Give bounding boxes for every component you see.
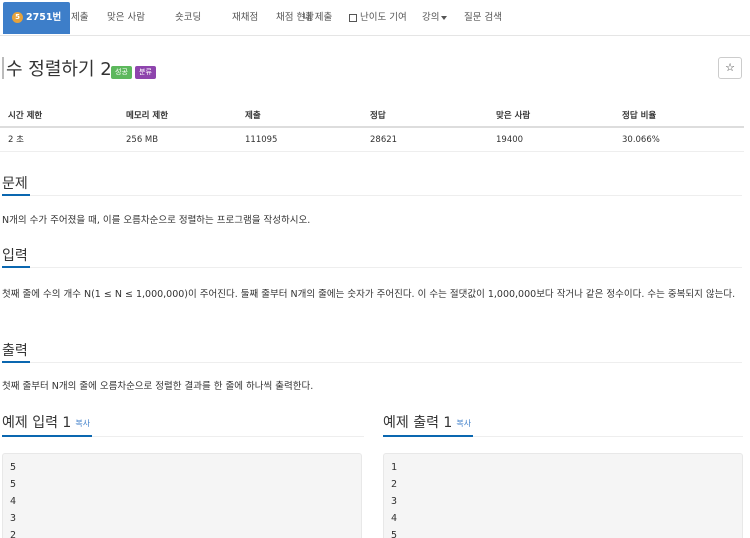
header-time-limit: 시간 제한 [8, 111, 43, 121]
sample-output-line: 2 [391, 479, 398, 490]
sample-input-line: 5 [10, 479, 17, 490]
copy-input-link[interactable]: 복사 [75, 419, 90, 428]
nav-rejudge[interactable]: 재채점 [232, 0, 258, 36]
problem-heading: 문제 [2, 176, 28, 192]
sample-output-heading: 예제 출력 1 복사 [383, 412, 471, 432]
value-accepted: 28621 [370, 135, 398, 145]
nav-short-coding[interactable]: 숏코딩 [175, 0, 201, 36]
sample-input-line: 2 [10, 530, 17, 538]
difficulty-contrib-label: 난이도 기여 [360, 12, 407, 23]
sample-output-line: 3 [391, 496, 398, 507]
sample-input-title: 예제 입력 1 [2, 415, 72, 431]
divider [2, 362, 742, 363]
output-heading: 출력 [2, 343, 28, 359]
heading-underline [2, 194, 30, 196]
sample-input-line: 4 [10, 496, 17, 507]
nav-submit[interactable]: 제출 [71, 0, 88, 36]
sample-input-line: 5 [10, 462, 17, 473]
lectures-label: 강의 [422, 12, 440, 23]
header-accepted-users: 맞은 사람 [496, 111, 531, 121]
value-time-limit: 2 초 [8, 135, 24, 145]
input-heading: 입력 [2, 248, 28, 264]
external-link-icon [349, 13, 357, 22]
divider [2, 195, 742, 196]
success-label: 성공 [111, 66, 132, 79]
tier-badge-icon: 5 [12, 12, 23, 23]
stats-value-row: 2 초 256 MB 111095 28621 19400 30.066% [0, 128, 744, 152]
nav-my-submissions[interactable]: 내 제출 [303, 0, 332, 36]
stats-table: 시간 제한 메모리 제한 제출 정답 맞은 사람 정답 비율 2 초 256 M… [0, 106, 744, 152]
copy-output-link[interactable]: 복사 [456, 419, 471, 428]
divider [2, 267, 742, 268]
nav-question-search[interactable]: 질문 검색 [464, 0, 502, 36]
heading-underline [2, 266, 30, 268]
header-submissions: 제출 [245, 111, 261, 121]
output-description: 첫째 줄부터 N개의 줄에 오름차순으로 정렬한 결과를 한 줄에 하나씩 출력… [2, 381, 314, 392]
sample-output-line: 4 [391, 513, 398, 524]
sample-input-heading: 예제 입력 1 복사 [2, 412, 90, 432]
caret-down-icon [441, 15, 448, 20]
category-label[interactable]: 분류 [135, 66, 156, 79]
star-button[interactable]: ☆ [718, 57, 742, 79]
top-nav: 5 2751번 제출 맞은 사람 숏코딩 재채점 채점 현황 내 제출 난이도 기… [0, 0, 750, 36]
sample-output-line: 1 [391, 462, 398, 473]
problem-description: N개의 수가 주어졌을 때, 이를 오름차순으로 정렬하는 프로그램을 작성하시… [2, 215, 311, 226]
problem-id-label: 2751번 [26, 12, 62, 23]
nav-problem-id[interactable]: 5 2751번 [3, 2, 71, 34]
sample-output-box: 1 2 3 4 5 [383, 453, 743, 538]
heading-underline [2, 435, 92, 437]
header-accept-ratio: 정답 비율 [622, 111, 657, 121]
heading-underline [383, 435, 473, 437]
header-memory-limit: 메모리 제한 [126, 111, 169, 121]
input-description: 첫째 줄에 수의 개수 N(1 ≤ N ≤ 1,000,000)이 주어진다. … [2, 289, 736, 300]
nav-accepted-users[interactable]: 맞은 사람 [107, 0, 145, 36]
value-accept-ratio: 30.066% [622, 135, 660, 145]
nav-lectures[interactable]: 강의 [422, 0, 448, 36]
nav-difficulty-contrib[interactable]: 난이도 기여 [349, 0, 407, 36]
page-title: 수 정렬하기 2 [6, 59, 112, 80]
value-memory-limit: 256 MB [126, 135, 159, 145]
value-submissions: 111095 [245, 135, 278, 145]
value-accepted-users: 19400 [496, 135, 524, 145]
sample-input-line: 3 [10, 513, 17, 524]
stats-header-row: 시간 제한 메모리 제한 제출 정답 맞은 사람 정답 비율 [0, 106, 744, 128]
heading-underline [2, 361, 30, 363]
sample-output-title: 예제 출력 1 [383, 415, 453, 431]
header-accepted: 정답 [370, 111, 386, 121]
sample-input-box: 5 5 4 3 2 [2, 453, 362, 538]
title-cursor [2, 57, 4, 79]
sample-output-line: 5 [391, 530, 398, 538]
